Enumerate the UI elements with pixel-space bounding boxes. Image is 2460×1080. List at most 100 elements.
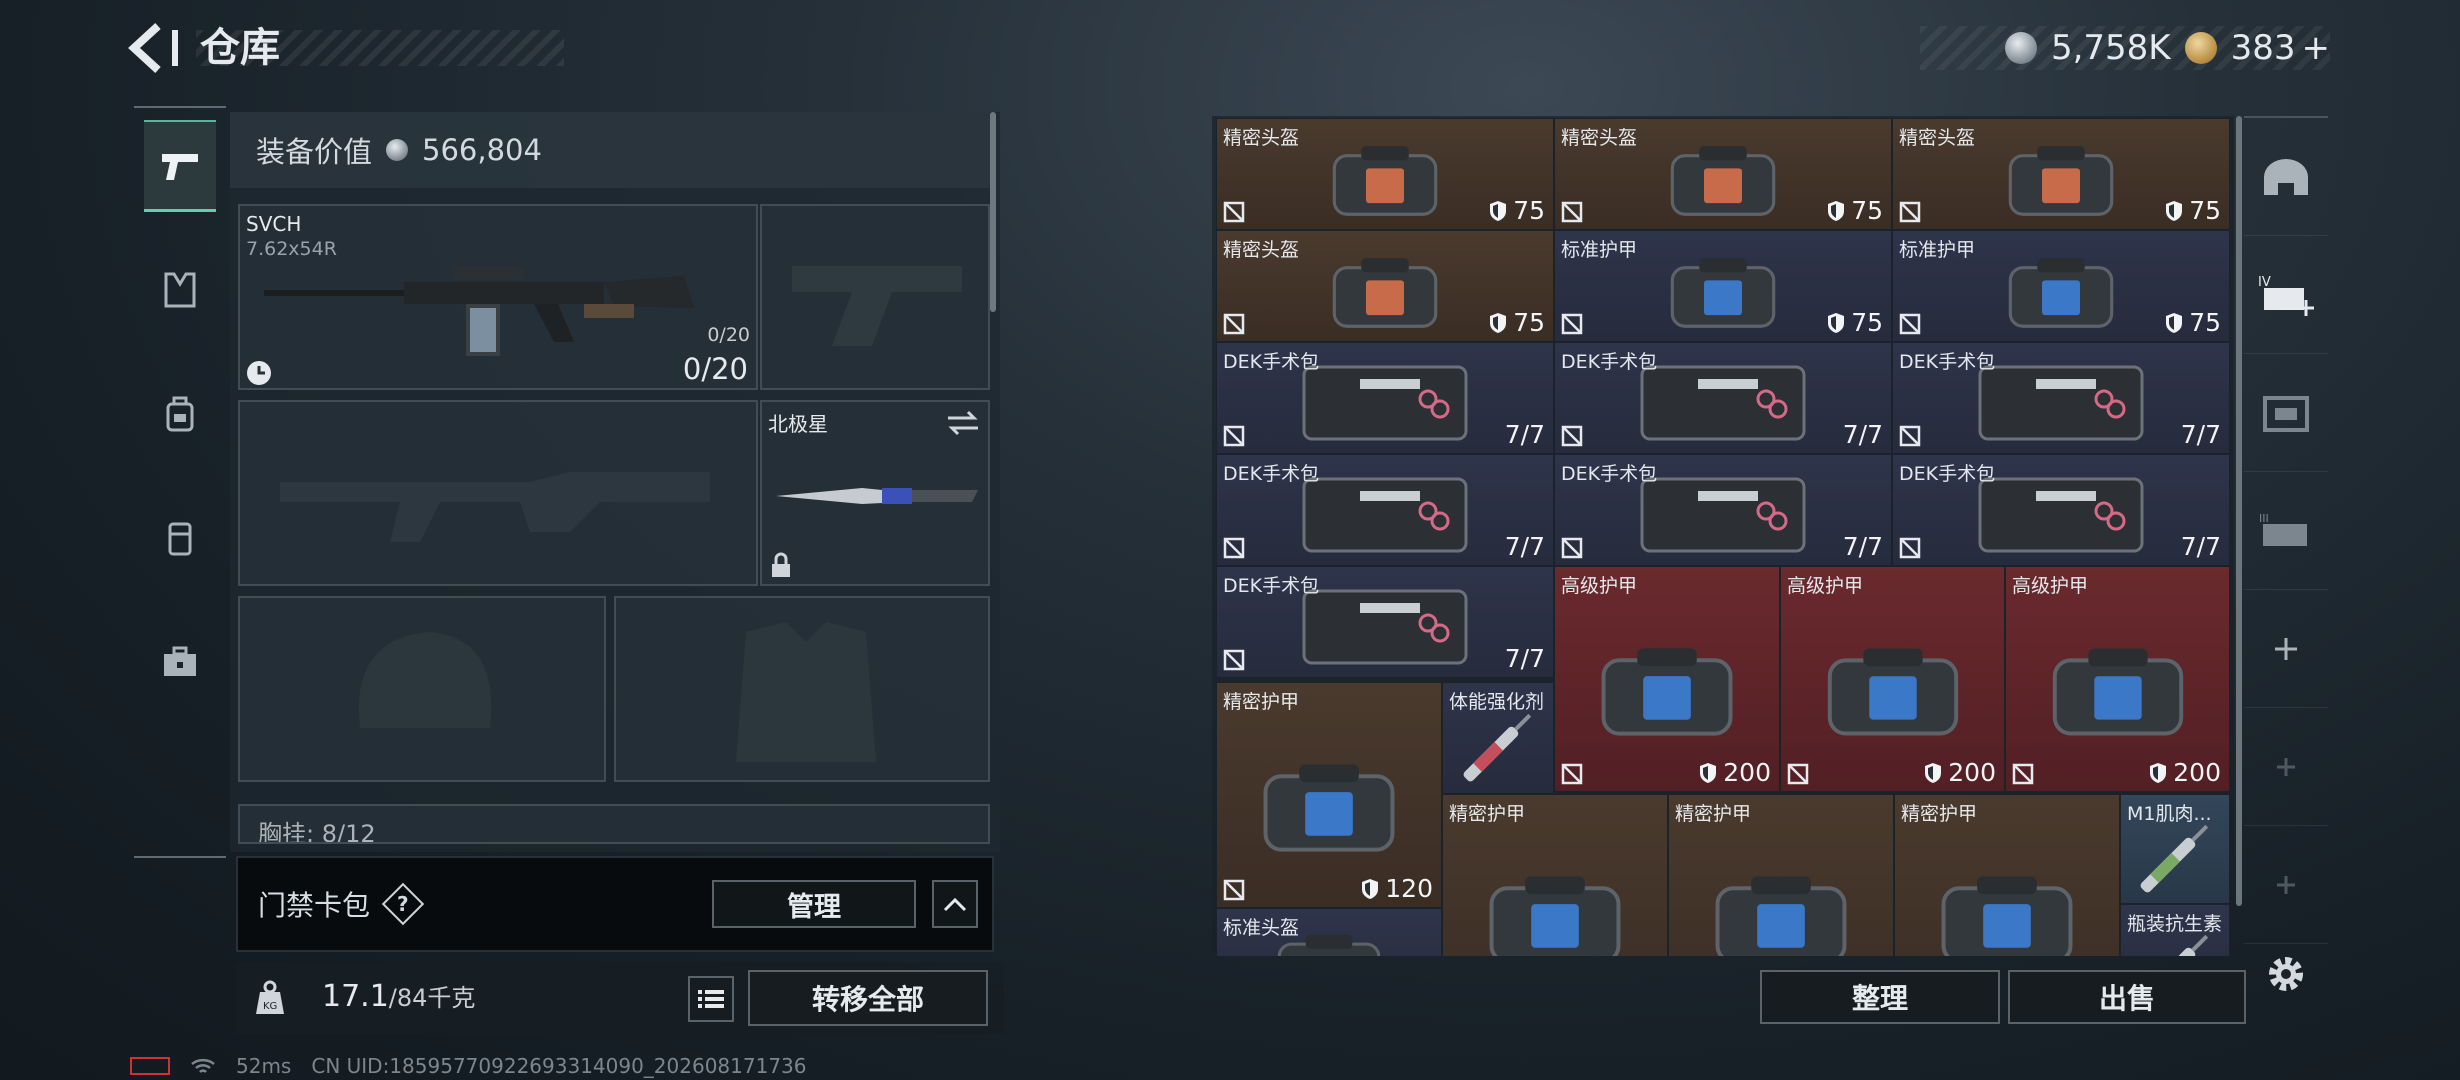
nav-chest-rig[interactable] [144, 244, 216, 336]
primary-weapon-slot[interactable]: SVCH 7.62x54R 0/20 0/20 [238, 204, 758, 390]
stash-item[interactable]: DEK手术包 7/7 [1554, 342, 1892, 454]
vest-icon [164, 272, 196, 308]
stash-item[interactable]: DEK手术包 7/7 [1216, 454, 1554, 566]
back-arrow-icon[interactable] [128, 22, 186, 74]
no-insure-icon [1223, 649, 1245, 671]
armor-case-image [2008, 145, 2114, 216]
primary-weapon-slot-2[interactable] [238, 400, 758, 586]
tab-case-storage-3[interactable]: III [2244, 472, 2328, 590]
add-case-icon: IV [2258, 275, 2314, 316]
stash-item-name: 高级护甲 [1787, 575, 1864, 597]
armor-case-image [1715, 876, 1847, 956]
stash-item-value-wrap: 75 [1489, 196, 1545, 225]
swap-icon[interactable] [946, 410, 980, 436]
stash-item[interactable]: DEK手术包 7/7 [1554, 454, 1892, 566]
stash-item-name: 精密头盔 [1223, 239, 1300, 261]
equipment-value-label: 装备价值 [256, 135, 373, 169]
shield-icon [1490, 200, 1507, 221]
no-insure-icon [2012, 763, 2034, 785]
stash-item[interactable]: 精密头盔 75 [1892, 118, 2230, 230]
nav-toolbox[interactable] [144, 616, 216, 708]
stash-item[interactable]: 标准头盔 [1216, 908, 1442, 956]
stash-item[interactable]: 高级护甲 200 [2005, 566, 2230, 792]
stash-item[interactable]: 精密头盔 75 [1554, 118, 1892, 230]
sort-button[interactable]: 整理 [1760, 970, 2000, 1024]
player-uid: CN UID:18595770922693314090_202608171736 [311, 1054, 807, 1078]
silver-coin-icon [386, 139, 409, 161]
helmet-silhouette-icon [358, 632, 492, 728]
tab-add-2[interactable] [2244, 708, 2328, 826]
no-insure-icon [1787, 763, 1809, 785]
list-button[interactable] [688, 976, 734, 1022]
stash-item[interactable]: 标准护甲 75 [1554, 230, 1892, 342]
stash-item-name: 精密头盔 [1223, 127, 1300, 149]
melee-slot[interactable]: 北极星 [760, 400, 990, 586]
helmet-tab-icon [2264, 158, 2308, 195]
loadout-category-nav [134, 106, 226, 858]
stash-item-value: 7/7 [1842, 420, 1883, 449]
top-bar: 仓库 5,758K 383 + [0, 0, 2460, 100]
stash-item-name: 瓶装抗生素 [2127, 913, 2223, 935]
stash-item[interactable]: 瓶装抗生素 [2120, 904, 2230, 956]
stash-item[interactable]: 精密护甲 [1668, 794, 1894, 956]
stash-item-value: 200 [2173, 758, 2221, 787]
stash-item[interactable]: 体能强化剂 [1442, 682, 1554, 794]
stash-item[interactable]: 高级护甲 200 [1554, 566, 1780, 792]
stash-item-value: 75 [1513, 196, 1545, 225]
syringe-image [1463, 713, 1532, 782]
stash-item[interactable]: 精密护甲 120 [1216, 682, 1442, 908]
knife-image [776, 488, 978, 504]
stash-item[interactable]: 精密头盔 75 [1216, 230, 1554, 342]
tab-helmet-storage[interactable] [2244, 118, 2328, 236]
chest-rig-slot[interactable]: 胸挂: 8/12 [238, 804, 990, 844]
nav-weapons[interactable] [144, 120, 216, 212]
stash-item[interactable]: M1肌肉... [2120, 794, 2230, 904]
lock-icon [772, 552, 790, 577]
stash-item[interactable]: 高级护甲 200 [1780, 566, 2005, 792]
stash-item-value: 75 [1851, 308, 1883, 337]
stash-item[interactable]: 标准护甲 75 [1892, 230, 2230, 342]
keycard-bag-bar: 门禁卡包 ? 管理 [236, 856, 994, 952]
stash-item[interactable]: DEK手术包 7/7 [1216, 566, 1554, 678]
first-aid-kit-image [1302, 365, 1468, 441]
stash-item-name: 标准头盔 [1223, 917, 1300, 939]
help-icon[interactable]: ? [381, 882, 425, 926]
svg-text:IV: IV [2258, 275, 2271, 290]
gear-icon[interactable] [2264, 952, 2308, 996]
armor-case-image [1670, 145, 1776, 216]
stash-item[interactable]: DEK手术包 7/7 [1216, 342, 1554, 454]
secondary-weapon-slot[interactable] [760, 204, 990, 390]
stash-item-value: 7/7 [1504, 644, 1545, 673]
stash-item-value-wrap: 7/7 [1505, 532, 1545, 561]
stash-item[interactable]: DEK手术包 7/7 [1892, 342, 2230, 454]
nav-pouch[interactable] [144, 492, 216, 584]
tab-case-storage[interactable] [2244, 354, 2328, 472]
stash-item-value-wrap: 7/7 [1505, 644, 1545, 673]
tab-add-1[interactable] [2244, 590, 2328, 708]
transfer-all-button[interactable]: 转移全部 [748, 970, 988, 1026]
stash-item-name: 标准护甲 [1899, 239, 1976, 261]
collapse-button[interactable] [932, 880, 978, 928]
no-insure-icon [1899, 313, 1921, 335]
loadout-scrollbar[interactable] [990, 112, 996, 312]
gold-plus[interactable]: + [2302, 28, 2331, 68]
no-insure-icon [1223, 313, 1245, 335]
tab-add-case[interactable]: IV [2244, 236, 2328, 354]
stash-item[interactable]: 精密护甲 [1894, 794, 2120, 956]
stash-item[interactable]: 精密护甲 [1442, 794, 1668, 956]
helmet-slot[interactable] [238, 596, 606, 782]
stash-item[interactable]: 精密头盔 75 [1216, 118, 1554, 230]
manage-button[interactable]: 管理 [712, 880, 916, 928]
shield-icon [1828, 312, 1845, 333]
toolbox-icon [164, 646, 196, 676]
tab-add-3[interactable] [2244, 826, 2328, 944]
stash-scrollbar[interactable] [2236, 116, 2242, 906]
case-tab-icon [2263, 395, 2309, 432]
nav-backpack[interactable] [144, 368, 216, 460]
armor-slot[interactable] [614, 596, 990, 782]
stash-item[interactable]: DEK手术包 7/7 [1892, 454, 2230, 566]
shield-icon [1700, 762, 1717, 783]
no-insure-icon [1223, 879, 1245, 901]
weight-bar: KG 17.1/84千克 转移全部 [236, 962, 1004, 1034]
sell-button[interactable]: 出售 [2008, 970, 2246, 1024]
